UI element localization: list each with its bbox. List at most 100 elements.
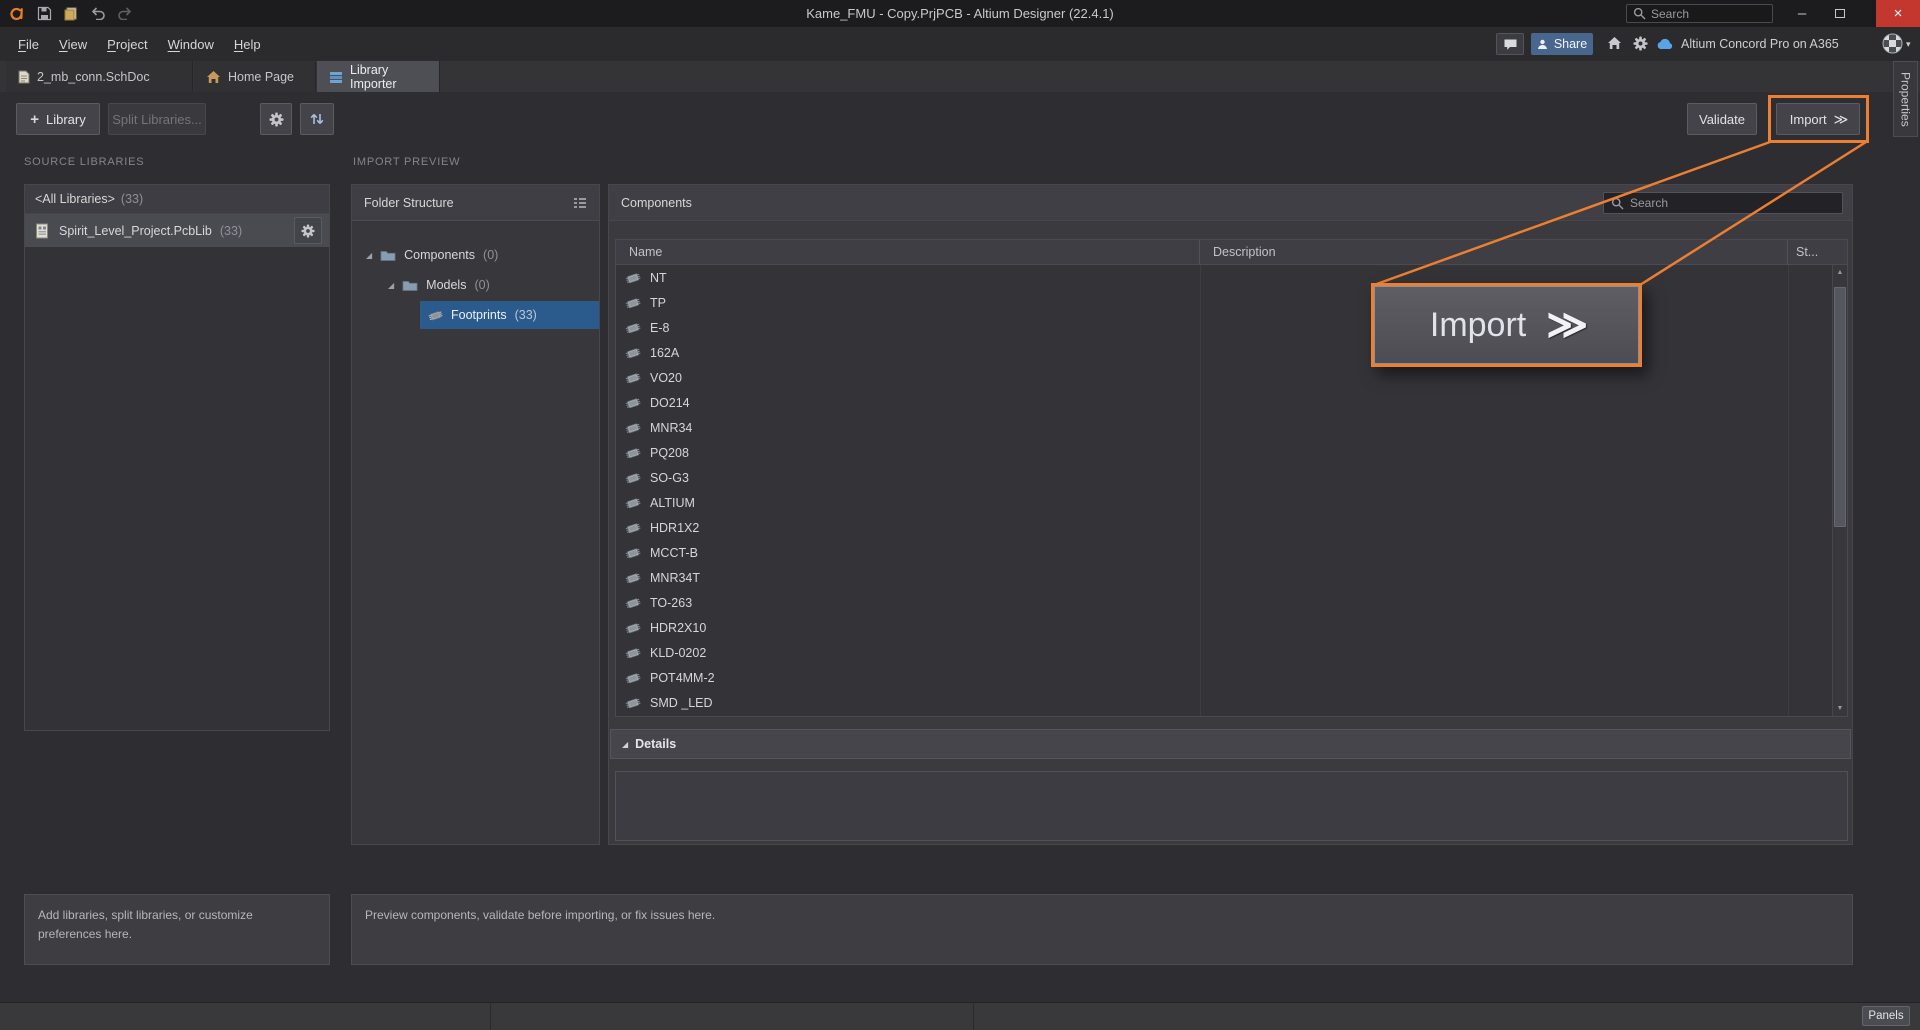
footprint-icon (625, 520, 641, 536)
concord-server-label[interactable]: Altium Concord Pro on A365 (1681, 27, 1839, 61)
component-row[interactable]: DO214 (616, 390, 1832, 415)
component-row[interactable]: NT (616, 265, 1832, 290)
menu-file[interactable]: File (8, 27, 49, 61)
component-row[interactable]: HDR1X2 (616, 515, 1832, 540)
menu-help[interactable]: Help (224, 27, 271, 61)
panels-button[interactable]: Panels (1862, 1006, 1910, 1026)
component-name: VO20 (650, 371, 682, 385)
footprint-icon (625, 620, 641, 636)
component-row[interactable]: SMD _LED (616, 690, 1832, 715)
altium-logo-icon[interactable] (8, 5, 26, 23)
component-row[interactable]: TO-263 (616, 590, 1832, 615)
component-row[interactable]: MNR34 (616, 415, 1832, 440)
tab-home-page[interactable]: Home Page (194, 61, 316, 92)
menu-window[interactable]: Window (158, 27, 224, 61)
save-icon[interactable] (37, 6, 52, 21)
minimize-button[interactable]: – (1786, 0, 1818, 27)
component-row[interactable]: MCCT-B (616, 540, 1832, 565)
import-label: Import (1790, 112, 1827, 127)
component-row[interactable]: PQ208 (616, 440, 1832, 465)
settings-gear-icon[interactable] (1633, 36, 1648, 51)
list-options-icon[interactable] (573, 197, 587, 209)
component-row[interactable]: MNR34T (616, 565, 1832, 590)
split-libraries-button[interactable]: Split Libraries... (108, 103, 206, 135)
column-header-status[interactable]: St... (1788, 240, 1832, 264)
component-row[interactable]: 162A (616, 340, 1832, 365)
global-search-input[interactable] (1651, 7, 1766, 21)
tab-label: Home Page (228, 70, 294, 84)
tree-item-footprints[interactable]: Footprints (33) (352, 301, 599, 329)
user-avatar[interactable] (1882, 33, 1903, 54)
components-search-input[interactable] (1630, 196, 1835, 210)
preferences-gear-button[interactable] (260, 103, 292, 135)
close-icon: × (1894, 5, 1903, 22)
vertical-scrollbar[interactable]: ▲ ▼ (1832, 265, 1847, 716)
component-row[interactable]: POT4MM-2 (616, 665, 1832, 690)
scroll-up-icon[interactable]: ▲ (1833, 265, 1847, 280)
import-button[interactable]: Import ≫ (1776, 103, 1860, 135)
details-collapsible-bar[interactable]: ◢ Details (610, 729, 1851, 759)
component-row[interactable]: HDR2X10 (616, 615, 1832, 640)
component-row[interactable]: VO20 (616, 365, 1832, 390)
component-row[interactable]: ALTIUM (616, 490, 1832, 515)
validate-button[interactable]: Validate (1687, 103, 1757, 135)
footprint-icon (625, 545, 641, 561)
import-preview-hint: Preview components, validate before impo… (351, 894, 1853, 965)
properties-side-tab[interactable]: Properties (1893, 61, 1918, 137)
component-row[interactable]: KLD-0202 (616, 640, 1832, 665)
footprint-icon (428, 308, 443, 323)
add-library-button[interactable]: + Library (16, 103, 100, 135)
component-name: MNR34T (650, 571, 700, 585)
refresh-swap-button[interactable] (300, 103, 334, 135)
tab-label: 2_mb_conn.SchDoc (37, 70, 150, 84)
global-search-box[interactable] (1626, 4, 1773, 23)
scroll-down-icon[interactable]: ▼ (1833, 701, 1847, 716)
column-header-name[interactable]: Name (616, 240, 1200, 264)
comments-button[interactable] (1496, 33, 1524, 55)
component-name: ALTIUM (650, 496, 695, 510)
component-name: PQ208 (650, 446, 689, 460)
status-bar-divider (490, 1002, 491, 1030)
components-search-box[interactable] (1603, 192, 1843, 214)
split-libraries-label: Split Libraries... (112, 112, 202, 127)
details-empty-area (615, 771, 1848, 841)
pcblib-file-icon (34, 223, 51, 239)
share-button[interactable]: Share (1531, 33, 1593, 55)
scrollbar-thumb[interactable] (1834, 287, 1846, 527)
all-libraries-row[interactable]: <All Libraries> (33) (25, 185, 329, 214)
search-icon (1611, 197, 1624, 210)
component-row[interactable]: SO-G3 (616, 465, 1832, 490)
tree-expand-icon[interactable]: ◢ (366, 251, 372, 260)
menu-view[interactable]: View (49, 27, 97, 61)
import-preview-section-label: IMPORT PREVIEW (353, 156, 460, 168)
source-libraries-panel: <All Libraries> (33) Spirit_Level_Projec… (24, 184, 330, 731)
library-item-row[interactable]: Spirit_Level_Project.PcbLib (33) (25, 214, 329, 247)
library-item-settings-button[interactable] (294, 217, 322, 244)
component-row[interactable]: E-8 (616, 315, 1832, 340)
menu-project[interactable]: Project (97, 27, 157, 61)
tab-library-importer[interactable]: Library Importer (317, 61, 440, 92)
tree-item-count: (0) (483, 248, 498, 262)
component-name: POT4MM-2 (650, 671, 715, 685)
tree-expand-icon[interactable]: ◢ (388, 281, 394, 290)
tab-schdoc[interactable]: 2_mb_conn.SchDoc (6, 61, 193, 92)
component-name: TP (650, 296, 666, 310)
open-document-icon[interactable] (63, 7, 79, 21)
footprint-icon (625, 670, 641, 686)
component-row[interactable]: TP (616, 290, 1832, 315)
footprint-icon (625, 645, 641, 661)
home-icon[interactable] (1607, 36, 1622, 50)
undo-icon[interactable] (90, 7, 106, 20)
tree-item-footprints-selected[interactable]: Footprints (33) (420, 301, 599, 329)
tree-item-components[interactable]: ◢ Components (0) (352, 241, 599, 269)
tree-item-models[interactable]: ◢ Models (0) (352, 271, 599, 299)
share-person-icon (1537, 39, 1548, 50)
component-name: HDR2X10 (650, 621, 706, 635)
folder-icon (402, 279, 418, 292)
close-button[interactable]: × (1876, 0, 1920, 27)
avatar-caret-icon[interactable]: ▾ (1906, 27, 1911, 61)
footprint-icon (625, 320, 641, 336)
maximize-button[interactable] (1824, 0, 1856, 27)
column-header-description[interactable]: Description (1200, 240, 1788, 264)
redo-icon[interactable] (117, 7, 133, 20)
